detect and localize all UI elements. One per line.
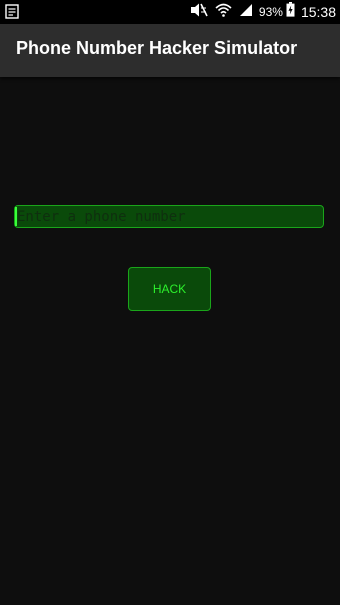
phone-number-input[interactable]: [14, 205, 324, 228]
text-cursor: [15, 207, 17, 226]
notes-icon: [5, 4, 19, 19]
signal-icon: [239, 3, 253, 22]
battery-percent: 93%: [258, 5, 283, 19]
battery-charging-icon: [286, 2, 295, 22]
status-bar: 93% 15:38: [0, 0, 340, 24]
app-title: Phone Number Hacker Simulator: [16, 38, 298, 58]
status-icons: 93% 15:38: [183, 0, 336, 24]
action-bar: Phone Number Hacker Simulator: [0, 24, 340, 77]
mute-icon: [190, 3, 208, 22]
hack-button[interactable]: HACK: [128, 267, 211, 311]
app-screen: 93% 15:38 Phone Number Hacker Simulator …: [0, 0, 340, 605]
wifi-icon: [215, 3, 232, 22]
clock: 15:38: [300, 4, 336, 20]
